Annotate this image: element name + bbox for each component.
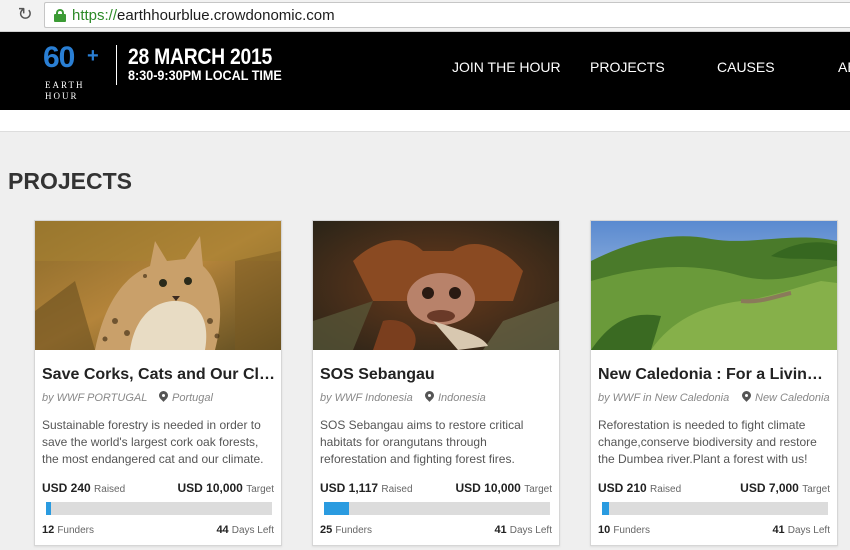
raised-amount: USD 240 Raised	[42, 481, 125, 495]
funding-progress-fill	[324, 502, 350, 515]
funders-count: 10 Funders	[598, 524, 650, 536]
target-value: USD 10,000	[177, 481, 243, 495]
funding-progress-bar	[602, 502, 828, 515]
raised-label: Raised	[650, 484, 682, 495]
event-time: 8:30-9:30PM LOCAL TIME	[128, 67, 282, 83]
project-card[interactable]: SOS Sebangau by WWF Indonesia Indonesia …	[312, 220, 560, 546]
project-image-valley[interactable]	[591, 221, 837, 350]
target-value: USD 10,000	[455, 481, 521, 495]
funders-count: 25 Funders	[320, 524, 372, 536]
days-label: Days Left	[787, 525, 830, 536]
logo-word-hour: HOUR	[45, 91, 79, 101]
project-image-orangutan[interactable]	[313, 221, 559, 350]
nav-join-the-hour[interactable]: JOIN THE HOUR	[452, 59, 561, 75]
project-description: Reforestation is needed to fight climate…	[598, 418, 817, 466]
target-value: USD 7,000	[740, 481, 799, 495]
project-card[interactable]: New Caledonia : For a Living Reef by WWF…	[590, 220, 838, 546]
project-card[interactable]: Save Corks, Cats and Our Climate by WWF …	[34, 220, 282, 546]
days-value: 41	[494, 524, 507, 536]
raised-value: USD 240	[42, 481, 91, 495]
raised-amount: USD 210 Raised	[598, 481, 681, 495]
project-location: Indonesia	[438, 392, 486, 404]
funders-label: Funders	[613, 525, 650, 536]
days-label: Days Left	[509, 525, 552, 536]
project-title[interactable]: Save Corks, Cats and Our Climate	[42, 366, 276, 384]
logo-number: 60	[43, 41, 75, 74]
target-label: Target	[524, 484, 552, 495]
header-divider	[116, 45, 117, 85]
location-pin-icon	[157, 389, 170, 403]
funders-label: Funders	[57, 525, 94, 536]
subheader-strip	[0, 110, 850, 132]
nav-causes[interactable]: CAUSES	[717, 59, 775, 75]
funding-progress-bar	[324, 502, 550, 515]
site-header: 60 + EARTH HOUR 28 MARCH 2015 8:30-9:30P…	[0, 32, 850, 110]
target-amount: USD 7,000 Target	[740, 481, 830, 495]
url-text[interactable]: https://earthhourblue.crowdonomic.com	[72, 7, 335, 24]
days-left: 41 Days Left	[772, 524, 830, 536]
days-left: 41 Days Left	[494, 524, 552, 536]
project-organisation: by WWF PORTUGAL	[42, 392, 148, 404]
days-label: Days Left	[231, 525, 274, 536]
raised-value: USD 210	[598, 481, 647, 495]
project-image-lynx[interactable]	[35, 221, 281, 350]
funders-label: Funders	[335, 525, 372, 536]
address-bar[interactable]: https://earthhourblue.crowdonomic.com	[44, 2, 850, 28]
funding-progress-bar	[46, 502, 272, 515]
raised-value: USD 1,117	[320, 481, 379, 495]
days-value: 44	[216, 524, 229, 536]
raised-label: Raised	[94, 484, 126, 495]
target-amount: USD 10,000 Target	[177, 481, 274, 495]
logo-plus: +	[87, 45, 99, 67]
raised-amount: USD 1,117 Raised	[320, 481, 413, 495]
reload-icon[interactable]: ↻	[14, 4, 36, 26]
project-title[interactable]: New Caledonia : For a Living Reef	[598, 366, 832, 384]
nav-projects[interactable]: PROJECTS	[590, 59, 665, 75]
lock-icon	[54, 9, 66, 22]
project-description: Sustainable forestry is needed in order …	[42, 418, 264, 466]
project-description: SOS Sebangau aims to restore critical ha…	[320, 418, 524, 466]
location-pin-icon	[740, 389, 753, 403]
funders-count: 12 Funders	[42, 524, 94, 536]
project-location: Portugal	[172, 392, 213, 404]
funders-value: 10	[598, 524, 611, 536]
project-organisation: by WWF in New Caledonia	[598, 392, 730, 404]
project-location: New Caledonia	[755, 392, 830, 404]
funding-progress-fill	[46, 502, 52, 515]
raised-label: Raised	[381, 484, 413, 495]
logo-word-earth: EARTH	[45, 80, 85, 90]
days-value: 41	[772, 524, 785, 536]
project-title[interactable]: SOS Sebangau	[320, 366, 554, 384]
location-pin-icon	[423, 389, 436, 403]
target-label: Target	[246, 484, 274, 495]
page-title: PROJECTS	[8, 168, 132, 194]
project-organisation: by WWF Indonesia	[320, 392, 413, 404]
funders-value: 12	[42, 524, 55, 536]
url-scheme: https://	[72, 7, 118, 24]
days-left: 44 Days Left	[216, 524, 274, 536]
funders-value: 25	[320, 524, 333, 536]
earth-hour-logo[interactable]: 60 + EARTH HOUR	[43, 42, 105, 102]
target-label: Target	[802, 484, 830, 495]
funding-progress-fill	[602, 502, 609, 515]
target-amount: USD 10,000 Target	[455, 481, 552, 495]
url-host: earthhourblue.crowdonomic.com	[117, 7, 335, 24]
nav-about[interactable]: AB	[838, 59, 850, 75]
browser-toolbar: ↻ https://earthhourblue.crowdonomic.com	[0, 0, 850, 32]
